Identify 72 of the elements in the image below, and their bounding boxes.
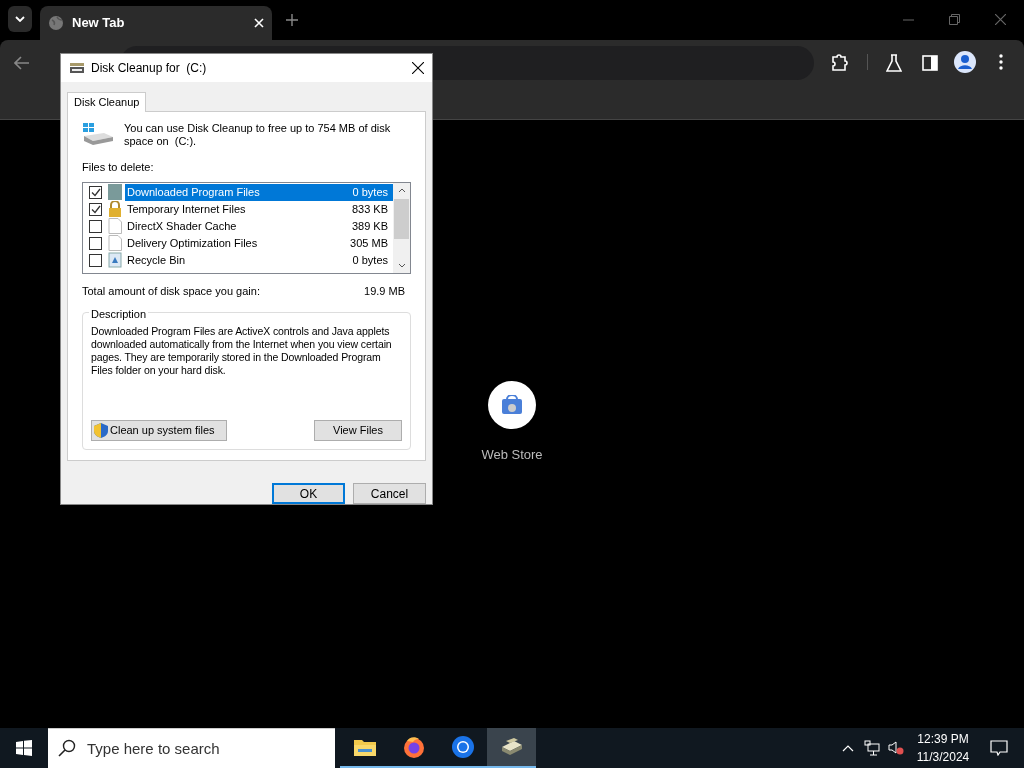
fox-globe-icon: [401, 735, 426, 759]
puzzle-icon[interactable]: [831, 54, 849, 72]
shortcut-label[interactable]: Web Store: [481, 445, 543, 465]
file-size: 305 MB: [350, 235, 388, 251]
chevron-down-icon: [15, 16, 25, 22]
clock-time[interactable]: 12:39 PM: [917, 730, 969, 748]
files-label: Files to delete:: [82, 160, 155, 175]
checkbox[interactable]: [89, 185, 102, 199]
chevron-up-icon[interactable]: [842, 744, 854, 752]
file-name: Temporary Internet Files: [127, 201, 246, 217]
lock-icon: [108, 201, 122, 217]
total-label: Total amount of disk space you gain:: [82, 283, 260, 299]
description-text: Downloaded Program Files are ActiveX controls and Java applets downloaded automatically from the Internet when you view certain pages. They are temporarily stored in the Downloaded Program Files folder on your hard disk.: [91, 325, 393, 377]
total-value: 19.9 MB: [364, 283, 405, 299]
notification-icon[interactable]: [990, 740, 1008, 756]
checkbox[interactable]: [89, 202, 102, 216]
flask-icon[interactable]: [886, 54, 902, 72]
taskbar-app-button[interactable]: [487, 728, 536, 768]
profile-avatar-icon[interactable]: [954, 51, 976, 73]
windows-icon: [16, 740, 32, 756]
file-list-item[interactable]: Temporary Internet Files 833 KB: [125, 200, 393, 218]
checkbox[interactable]: [89, 219, 102, 233]
side-panel-icon[interactable]: [922, 55, 938, 71]
back-arrow-icon[interactable]: [14, 56, 30, 70]
file-name: Delivery Optimization Files: [127, 235, 258, 251]
shield-icon: [94, 423, 108, 438]
file-icon: [108, 235, 122, 251]
clock-date[interactable]: 11/3/2024: [916, 748, 970, 766]
web-store-icon[interactable]: [488, 381, 536, 429]
restore-icon[interactable]: [949, 14, 960, 25]
search-icon: [58, 739, 76, 757]
ok-button[interactable]: OK: [272, 483, 345, 504]
file-list-item[interactable]: Delivery Optimization Files 305 MB: [125, 234, 393, 252]
tab-search-button[interactable]: [8, 6, 32, 32]
scroll-up-icon[interactable]: [397, 187, 406, 193]
folder-icon: [353, 738, 376, 756]
close-icon[interactable]: [412, 62, 424, 74]
file-list-item[interactable]: DirectX Shader Cache 389 KB: [125, 217, 393, 235]
tab-title: New Tab: [72, 14, 126, 33]
file-name: DirectX Shader Cache: [127, 218, 237, 234]
checkbox[interactable]: [89, 253, 102, 267]
browser-icon: [450, 735, 475, 759]
file-icon: [108, 218, 122, 234]
scrollbar[interactable]: [393, 182, 410, 273]
view-files-button[interactable]: View Files: [314, 420, 402, 441]
cancel-button[interactable]: Cancel: [353, 483, 426, 504]
new-tab-icon[interactable]: [286, 14, 298, 26]
disk-cleanup-icon: [69, 61, 85, 75]
file-name: Recycle Bin: [127, 252, 186, 268]
disk-cleanup-icon: [499, 737, 524, 757]
clean-up-system-files-button[interactable]: Clean up system files: [91, 420, 227, 441]
window-title: Disk Cleanup for (C:): [91, 60, 208, 77]
globe-icon: [48, 15, 64, 31]
file-size: 389 KB: [351, 218, 388, 234]
recycle-bin-icon: [108, 252, 122, 268]
folder-icon: [108, 184, 122, 200]
file-size: 833 KB: [351, 201, 388, 217]
file-name: Downloaded Program Files: [127, 184, 260, 200]
network-icon[interactable]: [864, 740, 880, 756]
file-size: 0 bytes: [352, 184, 388, 200]
muted-speaker-icon[interactable]: [888, 741, 904, 755]
dialog-tab[interactable]: Disk Cleanup: [67, 92, 147, 112]
checkbox[interactable]: [89, 236, 102, 250]
scroll-down-icon[interactable]: [397, 262, 406, 268]
file-list-item[interactable]: Downloaded Program Files 0 bytes: [125, 183, 393, 201]
file-list-item[interactable]: Recycle Bin 0 bytes: [125, 251, 393, 269]
drive-icon: [82, 122, 114, 146]
search-field[interactable]: Type here to search: [48, 728, 335, 768]
intro-text: You can use Disk Cleanup to free up to 754 MB of disk space on (C:).: [124, 122, 392, 148]
file-size: 0 bytes: [352, 252, 388, 268]
browser-tab[interactable]: New Tab: [40, 6, 272, 40]
menu-icon[interactable]: [999, 54, 1003, 70]
